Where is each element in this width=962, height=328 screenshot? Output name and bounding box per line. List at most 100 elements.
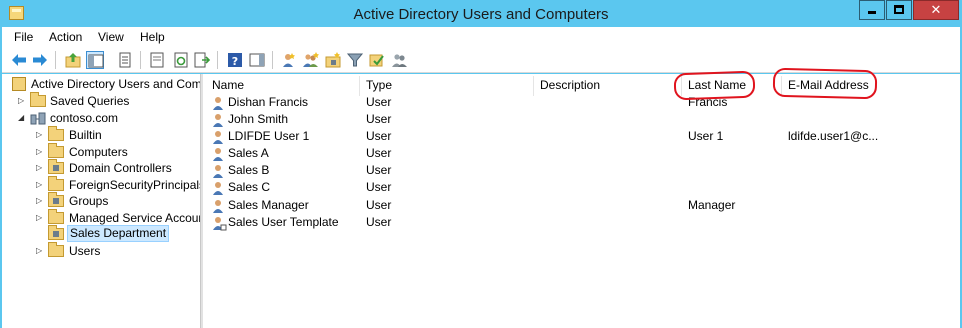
column-header-description[interactable]: Description bbox=[534, 76, 682, 96]
cell-name: Dishan Francis bbox=[228, 95, 309, 109]
snapin-root-icon bbox=[12, 77, 26, 91]
delegate-icon[interactable] bbox=[391, 51, 409, 69]
minimize-icon bbox=[868, 11, 876, 14]
expand-arrow-icon[interactable]: ▷ bbox=[36, 193, 44, 209]
tree-item-contoso[interactable]: ◢ contoso.com bbox=[6, 110, 200, 126]
tree-item-label: Groups bbox=[69, 194, 109, 208]
tree-item-label: Domain Controllers bbox=[69, 161, 172, 175]
user-icon bbox=[211, 180, 227, 196]
collapse-arrow-icon[interactable]: ◢ bbox=[18, 110, 26, 126]
column-header-type[interactable]: Type bbox=[360, 76, 534, 96]
table-row[interactable]: Sales A User bbox=[204, 145, 960, 162]
maximize-icon bbox=[894, 5, 904, 14]
tree-root[interactable]: Active Directory Users and Com bbox=[6, 76, 200, 92]
cell-name: Sales User Template bbox=[228, 215, 339, 229]
user-icon bbox=[211, 95, 227, 111]
tree-item-sales-department[interactable]: Sales Department bbox=[6, 225, 200, 242]
expand-arrow-icon[interactable]: ▷ bbox=[36, 243, 44, 259]
expand-arrow-icon[interactable]: ▷ bbox=[36, 127, 44, 143]
properties-icon[interactable] bbox=[116, 51, 134, 69]
refresh-icon[interactable] bbox=[172, 51, 190, 69]
export-icon[interactable] bbox=[193, 51, 211, 69]
highlight-annotation-email bbox=[772, 67, 878, 100]
show-hide-console-tree-icon[interactable] bbox=[86, 51, 104, 69]
help-icon[interactable]: ? bbox=[226, 51, 244, 69]
tree-item-groups[interactable]: ▷ Groups bbox=[6, 192, 200, 209]
new-user-icon[interactable] bbox=[280, 51, 298, 69]
cell-name: LDIFDE User 1 bbox=[228, 129, 310, 143]
menu-help[interactable]: Help bbox=[140, 30, 165, 44]
cell-name: Sales B bbox=[228, 163, 270, 177]
expand-arrow-icon[interactable]: ▷ bbox=[18, 93, 26, 109]
ou-folder-icon bbox=[48, 192, 64, 207]
expand-arrow-icon[interactable]: ▷ bbox=[36, 177, 44, 193]
tree-item-label: Builtin bbox=[69, 128, 102, 142]
action-pane-icon[interactable] bbox=[248, 51, 266, 69]
cell-type: User bbox=[366, 198, 392, 212]
column-header-name[interactable]: Name bbox=[206, 76, 360, 96]
expand-arrow-icon[interactable]: ▷ bbox=[36, 210, 44, 226]
user-icon bbox=[211, 163, 227, 179]
back-arrow-icon[interactable] bbox=[10, 51, 28, 69]
table-row[interactable]: Sales User Template User bbox=[204, 214, 960, 231]
tree-item-builtin[interactable]: ▷ Builtin bbox=[6, 126, 200, 143]
cell-name: John Smith bbox=[228, 112, 289, 126]
cell-name: Sales C bbox=[228, 180, 271, 194]
tree-item-domain-controllers[interactable]: ▷ Domain Controllers bbox=[6, 159, 200, 176]
cell-type: User bbox=[366, 163, 392, 177]
folder-icon bbox=[48, 176, 64, 191]
new-ou-icon[interactable] bbox=[324, 51, 342, 69]
window-title: Active Directory Users and Computers bbox=[353, 6, 609, 23]
table-row[interactable]: LDIFDE User 1 User User 1 ldifde.user1@c… bbox=[204, 128, 960, 145]
user-icon bbox=[211, 112, 227, 128]
close-icon: ✕ bbox=[930, 2, 942, 17]
cell-type: User bbox=[366, 146, 392, 160]
console-tree: Active Directory Users and Com ▷ Saved Q… bbox=[6, 74, 200, 328]
filter-icon[interactable] bbox=[346, 51, 364, 69]
up-folder-icon[interactable] bbox=[64, 51, 82, 69]
export-list-icon[interactable] bbox=[148, 51, 166, 69]
find-icon[interactable] bbox=[368, 51, 386, 69]
folder-icon bbox=[48, 242, 64, 257]
pane-splitter[interactable] bbox=[200, 74, 203, 328]
close-button[interactable]: ✕ bbox=[913, 0, 959, 20]
tree-item-label: Managed Service Accour bbox=[69, 211, 200, 225]
tree-item-foreign-security-principals[interactable]: ▷ ForeignSecurityPrincipals bbox=[6, 176, 200, 193]
folder-icon bbox=[48, 126, 64, 141]
user-template-icon bbox=[211, 215, 227, 231]
menu-view[interactable]: View bbox=[98, 30, 124, 44]
user-icon bbox=[211, 146, 227, 162]
folder-icon bbox=[48, 209, 64, 224]
menu-file[interactable]: File bbox=[14, 30, 33, 44]
maximize-button[interactable] bbox=[886, 0, 912, 20]
user-icon bbox=[211, 198, 227, 214]
table-row[interactable]: John Smith User bbox=[204, 111, 960, 128]
cell-type: User bbox=[366, 95, 392, 109]
tree-item-users[interactable]: ▷ Users bbox=[6, 242, 200, 259]
tree-item-saved-queries[interactable]: ▷ Saved Queries bbox=[6, 92, 200, 109]
folder-icon bbox=[30, 92, 46, 107]
new-group-icon[interactable] bbox=[302, 51, 320, 69]
cell-type: User bbox=[366, 180, 392, 194]
title-bar[interactable]: Active Directory Users and Computers ✕ bbox=[0, 0, 962, 27]
folder-icon bbox=[48, 143, 64, 158]
tree-item-managed-service-accounts[interactable]: ▷ Managed Service Accour bbox=[6, 209, 200, 226]
tree-item-computers[interactable]: ▷ Computers bbox=[6, 143, 200, 160]
expand-arrow-icon[interactable]: ▷ bbox=[36, 160, 44, 176]
user-icon bbox=[211, 129, 227, 145]
tree-item-label: ForeignSecurityPrincipals bbox=[69, 178, 200, 192]
minimize-button[interactable] bbox=[859, 0, 885, 20]
highlight-annotation-last-name bbox=[673, 70, 756, 101]
tree-item-label: Computers bbox=[69, 145, 128, 159]
table-row[interactable]: Sales C User bbox=[204, 179, 960, 196]
forward-arrow-icon[interactable] bbox=[31, 51, 49, 69]
cell-email: ldifde.user1@c... bbox=[788, 129, 879, 143]
main-content: Active Directory Users and Com ▷ Saved Q… bbox=[2, 74, 960, 328]
expand-arrow-icon[interactable]: ▷ bbox=[36, 144, 44, 160]
table-row[interactable]: Sales B User bbox=[204, 162, 960, 179]
table-row[interactable]: Sales Manager User Manager bbox=[204, 197, 960, 214]
menu-action[interactable]: Action bbox=[49, 30, 82, 44]
ou-folder-icon bbox=[48, 159, 64, 174]
cell-name: Sales Manager bbox=[228, 198, 309, 212]
domain-icon bbox=[30, 111, 46, 125]
